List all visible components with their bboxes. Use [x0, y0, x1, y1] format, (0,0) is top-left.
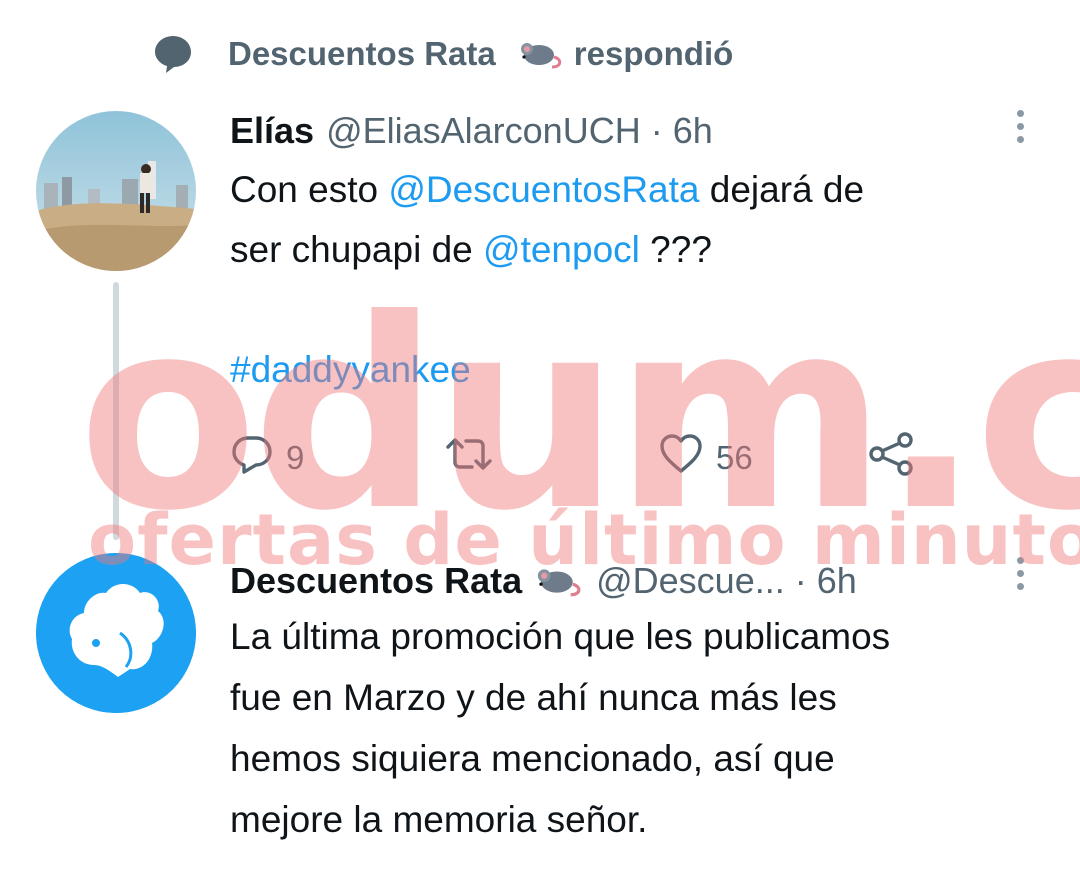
watermark-brand: odum.cl	[78, 263, 1080, 568]
avatar-descuentos-rata[interactable]	[36, 553, 196, 713]
rat-emoji-icon	[534, 563, 584, 599]
tweet2-author-name[interactable]: Descuentos Rata	[230, 560, 522, 602]
tweet1-timestamp[interactable]: 6h	[673, 110, 713, 152]
separator-dot: ·	[650, 110, 663, 151]
reply-count: 9	[286, 439, 305, 476]
tweet2-author-handle[interactable]: @Descue...	[596, 560, 785, 602]
share-button[interactable]	[867, 430, 915, 486]
tweet1-line: ser chupapi de @tenpocl ???	[230, 220, 1030, 280]
separator-dot: ·	[794, 560, 807, 601]
context-name[interactable]: Descuentos Rata	[228, 35, 496, 73]
tweet1-actions: 9 56	[230, 430, 930, 486]
tweet2-text: La última promoción que les publicamos f…	[230, 606, 1050, 850]
retweet-icon	[445, 432, 493, 484]
tweet1-line: Con esto @DescuentosRata dejará de	[230, 160, 1030, 220]
mention-link[interactable]: @DescuentosRata	[388, 169, 699, 210]
avatar-elias[interactable]	[36, 111, 196, 271]
retweet-button[interactable]	[445, 430, 493, 486]
more-options-icon[interactable]	[1010, 557, 1030, 590]
text-segment: ser chupapi de	[230, 229, 484, 270]
reply-icon	[230, 432, 274, 484]
tweet2-line: La última promoción que les publicamos	[230, 616, 891, 657]
text-segment: ???	[639, 229, 712, 270]
tweet1-author-name[interactable]: Elías	[230, 110, 314, 152]
tweet2-header: Descuentos Rata @Descue... · 6h	[230, 556, 857, 606]
reply-context: Descuentos Rata respondió	[150, 24, 733, 84]
tweet2-line: mejore la memoria señor.	[230, 799, 648, 840]
mention-link[interactable]: @tenpocl	[483, 229, 640, 270]
tweet2-line: fue en Marzo y de ahí nunca más les	[230, 677, 837, 718]
text-segment: Con esto	[230, 169, 389, 210]
rat-emoji-icon	[518, 37, 564, 71]
tweet1-header: Elías @EliasAlarconUCH · 6h	[230, 106, 713, 156]
hashtag-link[interactable]: #daddyyankee	[230, 349, 471, 390]
text-segment: dejará de	[699, 169, 865, 210]
like-button[interactable]: 56	[658, 430, 753, 486]
tweet2-timestamp[interactable]: 6h	[817, 560, 857, 602]
tweet2-line: hemos siquiera mencionado, así que	[230, 738, 835, 779]
context-action: respondió	[573, 35, 734, 72]
thread-connector	[113, 282, 119, 540]
reply-button[interactable]: 9	[230, 430, 304, 486]
tweet1-author-handle[interactable]: @EliasAlarconUCH	[326, 110, 641, 152]
speech-bubble-icon	[150, 31, 196, 77]
share-icon	[867, 431, 915, 485]
like-count: 56	[716, 439, 753, 476]
more-options-icon[interactable]	[1010, 110, 1030, 143]
tweet1-text: Con esto @DescuentosRata dejará de ser c…	[230, 160, 1030, 280]
heart-icon	[658, 432, 704, 484]
